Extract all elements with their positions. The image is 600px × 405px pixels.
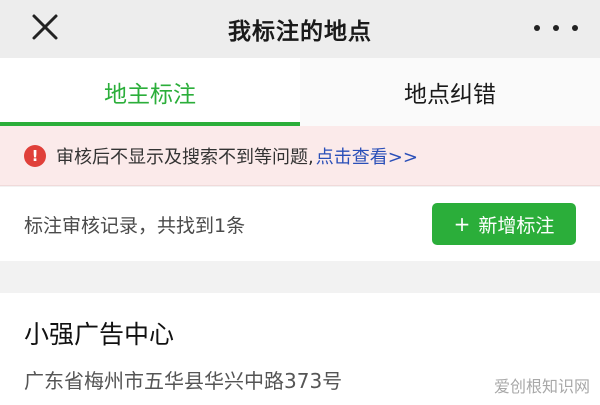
place-name: 小强广告中心 bbox=[24, 320, 175, 349]
tab-bar: 地主标注 地点纠错 bbox=[0, 58, 600, 126]
close-icon bbox=[32, 14, 58, 40]
more-icon-dot bbox=[572, 25, 578, 31]
add-annotation-button[interactable]: + 新增标注 bbox=[432, 203, 576, 245]
more-icon-dot bbox=[553, 25, 559, 31]
add-annotation-label: 新增标注 bbox=[478, 214, 555, 237]
records-bar: 标注审核记录，共找到1条 + 新增标注 bbox=[0, 187, 600, 261]
alert-icon: ! bbox=[24, 144, 46, 167]
plus-icon: + bbox=[453, 212, 471, 236]
tab-owner-annotation[interactable]: 地主标注 bbox=[0, 58, 300, 126]
place-address: 广东省梅州市五华县华兴中路373号 bbox=[24, 369, 343, 393]
more-button[interactable] bbox=[534, 16, 578, 40]
watermark-logo: 爱创根知识网 bbox=[493, 377, 590, 396]
notice-view-link[interactable]: 点击查看>> bbox=[316, 143, 418, 169]
tab-place-correction[interactable]: 地点纠错 bbox=[300, 58, 600, 126]
close-button[interactable] bbox=[26, 10, 66, 46]
section-gap bbox=[0, 261, 600, 293]
top-bar: 我标注的地点 bbox=[0, 0, 600, 58]
records-summary: 标注审核记录，共找到1条 bbox=[24, 214, 246, 237]
page-title: 我标注的地点 bbox=[228, 19, 372, 45]
notice-banner: ! 审核后不显示及搜索不到等问题, 点击查看>> bbox=[0, 126, 600, 186]
notice-text: 审核后不显示及搜索不到等问题, bbox=[56, 146, 314, 168]
place-card[interactable]: 小强广告中心 广东省梅州市五华县华兴中路373号 爱创根知识网 bbox=[0, 293, 600, 405]
more-icon-dot bbox=[534, 25, 540, 31]
